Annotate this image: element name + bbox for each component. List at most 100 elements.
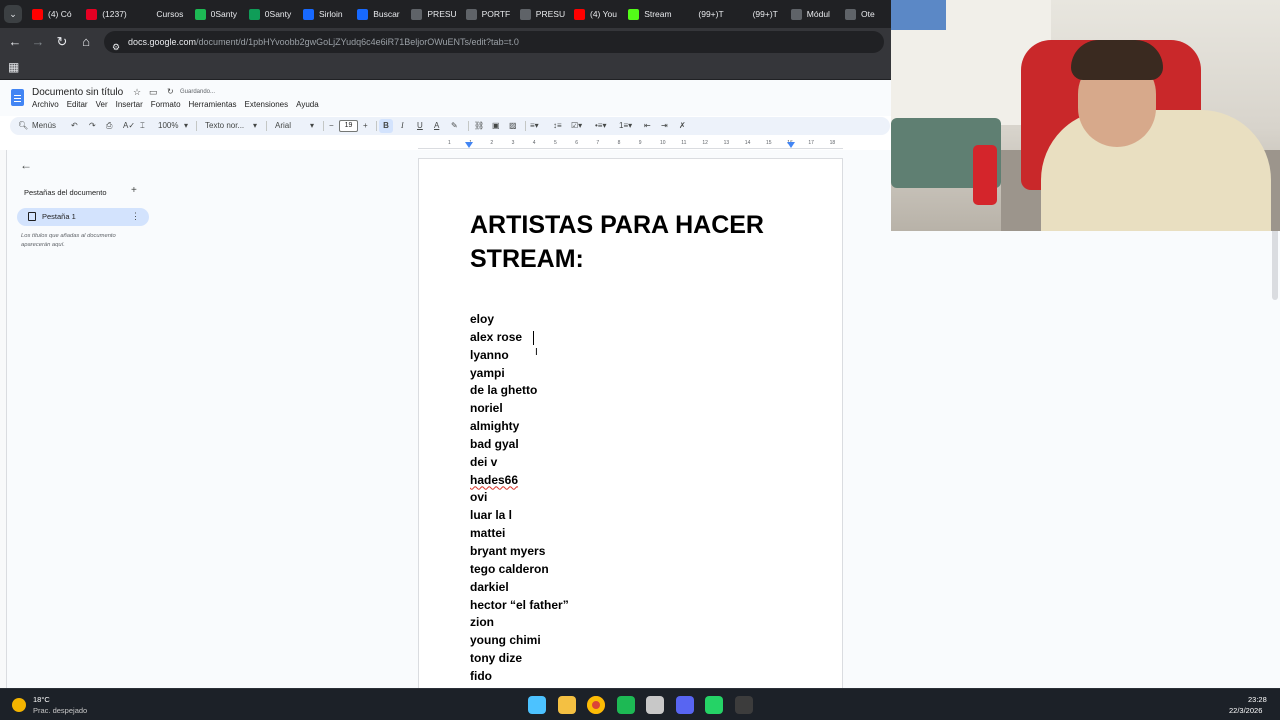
add-tab-icon[interactable]: +: [131, 185, 137, 196]
document-page[interactable]: ARTISTAS PARA HACER STREAM: eloy alex ros…: [418, 158, 843, 698]
chevron-down-icon[interactable]: ▾: [184, 117, 188, 135]
browser-tab[interactable]: Sirloin: [303, 0, 353, 28]
menu-item-ver[interactable]: Ver: [96, 100, 108, 109]
obs-icon[interactable]: [734, 696, 753, 714]
back-icon[interactable]: ←: [6, 33, 24, 51]
list-item[interactable]: lyanno: [470, 347, 569, 365]
highlight-icon[interactable]: ✎: [451, 117, 458, 135]
list-item[interactable]: luar la l: [470, 507, 569, 525]
numbered-list-icon[interactable]: 1≡▾: [619, 117, 632, 135]
align-icon[interactable]: ≡▾: [530, 117, 539, 135]
document-tab-item[interactable]: Pestaña 1 ⋮: [17, 208, 149, 226]
artist-list[interactable]: eloy alex rose lyanno yampi de la ghetto nori…: [470, 311, 569, 686]
clock-time[interactable]: 23:28: [1248, 695, 1267, 704]
browser-tab[interactable]: (99+)T: [736, 0, 787, 28]
forward-icon[interactable]: →: [29, 33, 47, 51]
list-item[interactable]: fido: [470, 668, 569, 686]
font-select[interactable]: Arial: [275, 117, 291, 135]
zoom-select[interactable]: 100%: [158, 117, 178, 135]
search-menus-icon[interactable]: 🔍︎: [18, 117, 28, 135]
weather-temperature[interactable]: 18°C: [33, 695, 50, 704]
list-item[interactable]: noriel: [470, 400, 569, 418]
file-explorer-icon[interactable]: [557, 696, 576, 714]
paragraph-style-select[interactable]: Texto nor...: [205, 117, 244, 135]
chrome-icon[interactable]: [587, 696, 605, 714]
bold-icon[interactable]: B: [379, 119, 393, 133]
paint-format-icon[interactable]: ⌶: [140, 117, 145, 135]
chevron-down-icon[interactable]: ▾: [310, 117, 314, 135]
star-icon[interactable]: ☆: [133, 87, 141, 98]
browser-tab[interactable]: 0Santy: [194, 0, 245, 28]
browser-tab[interactable]: (4) Có: [32, 0, 82, 28]
address-bar[interactable]: ⚙ docs.google.com/document/d/1pbHYvoobb2…: [104, 31, 884, 53]
link-icon[interactable]: ⛓: [474, 117, 484, 135]
list-item[interactable]: mattei: [470, 525, 569, 543]
more-options-icon[interactable]: ⋮: [131, 211, 140, 222]
reload-icon[interactable]: ↻: [53, 33, 71, 51]
browser-tab[interactable]: PORTF: [465, 0, 516, 28]
increase-font-icon[interactable]: +: [363, 117, 368, 135]
close-outline-icon[interactable]: ←: [20, 158, 32, 172]
whatsapp-icon[interactable]: [705, 696, 723, 714]
list-item[interactable]: tony dize: [470, 650, 569, 668]
list-item[interactable]: de la ghetto: [470, 382, 569, 400]
list-item[interactable]: alex rose: [470, 329, 569, 347]
list-item[interactable]: tego calderon: [470, 561, 569, 579]
apps-grid-icon[interactable]: ▦: [8, 60, 19, 74]
browser-tab[interactable]: 0Santy: [248, 0, 299, 28]
horizontal-ruler[interactable]: 1123456789101112131415161718: [418, 139, 843, 149]
checklist-icon[interactable]: ☑▾: [571, 117, 582, 135]
list-item[interactable]: hades66: [470, 472, 569, 490]
menu-item-insertar[interactable]: Insertar: [116, 100, 143, 109]
site-info-icon[interactable]: ⚙: [112, 36, 120, 53]
menu-item-archivo[interactable]: Archivo: [32, 100, 59, 109]
redo-icon[interactable]: ↷: [89, 117, 96, 135]
list-item[interactable]: hector “el father”: [470, 597, 569, 615]
browser-tab[interactable]: Buscar: [357, 0, 407, 28]
underline-icon[interactable]: U: [417, 117, 423, 135]
menu-item-extensiones[interactable]: Extensiones: [245, 100, 289, 109]
discord-icon[interactable]: [675, 696, 694, 714]
menu-item-editar[interactable]: Editar: [67, 100, 88, 109]
weather-icon[interactable]: [12, 698, 26, 712]
tab-search-button[interactable]: ⌄: [4, 5, 22, 23]
list-item[interactable]: zion: [470, 614, 569, 632]
list-item[interactable]: eloy: [470, 311, 569, 329]
spotify-icon[interactable]: [616, 696, 635, 714]
list-item[interactable]: darkiel: [470, 579, 569, 597]
browser-tab[interactable]: (4) You: [574, 0, 624, 28]
docs-logo-icon[interactable]: [11, 89, 24, 106]
increase-indent-icon[interactable]: ⇥: [661, 117, 668, 135]
browser-tab[interactable]: Módul: [790, 0, 841, 28]
browser-tab[interactable]: Cursos: [140, 0, 190, 28]
menu-item-herramientas[interactable]: Herramientas: [189, 100, 237, 109]
move-folder-icon[interactable]: ▭: [149, 87, 158, 98]
decrease-indent-icon[interactable]: ⇤: [644, 117, 651, 135]
list-item[interactable]: bryant myers: [470, 543, 569, 561]
weather-description[interactable]: Prac. despejado: [33, 706, 87, 715]
bullet-list-icon[interactable]: •≡▾: [595, 117, 606, 135]
menu-item-formato[interactable]: Formato: [151, 100, 181, 109]
list-item[interactable]: yampi: [470, 365, 569, 383]
settings-icon[interactable]: [646, 696, 664, 714]
browser-tab[interactable]: Stream: [628, 0, 678, 28]
spellcheck-icon[interactable]: A✓: [123, 117, 135, 135]
italic-icon[interactable]: I: [401, 117, 404, 135]
list-item[interactable]: ovi: [470, 489, 569, 507]
list-item[interactable]: young chimi: [470, 632, 569, 650]
browser-tab[interactable]: PRESU: [411, 0, 461, 28]
browser-tab[interactable]: (1237): [86, 0, 136, 28]
clear-formatting-icon[interactable]: ✗: [679, 117, 686, 135]
decrease-font-icon[interactable]: −: [329, 117, 334, 135]
clock-date[interactable]: 22/3/2026: [1229, 706, 1262, 715]
list-item[interactable]: bad gyal: [470, 436, 569, 454]
list-item[interactable]: dei v: [470, 454, 569, 472]
document-title[interactable]: Documento sin título: [32, 87, 123, 98]
document-heading[interactable]: ARTISTAS PARA HACER STREAM:: [470, 208, 800, 276]
list-item[interactable]: almighty: [470, 418, 569, 436]
line-spacing-icon[interactable]: ↕≡: [553, 117, 562, 135]
search-menus-label[interactable]: Menús: [32, 117, 56, 135]
chevron-down-icon[interactable]: ▾: [253, 117, 257, 135]
print-icon[interactable]: ⎙: [106, 117, 112, 135]
browser-tab[interactable]: PRESU: [519, 0, 570, 28]
